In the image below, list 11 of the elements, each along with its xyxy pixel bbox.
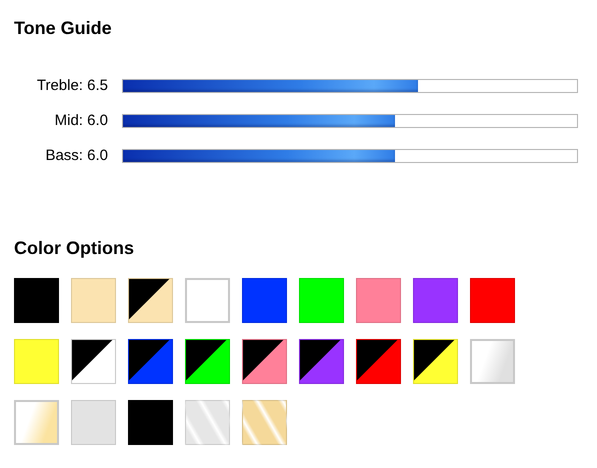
striped-swatch[interactable] [185, 400, 230, 445]
meter-label: Mid: 6.0 [54, 112, 108, 129]
meter-label: Bass: 6.0 [45, 147, 108, 164]
striped-swatch[interactable] [242, 400, 287, 445]
meter-label: Treble: 6.5 [36, 77, 108, 94]
color-swatch[interactable] [185, 278, 230, 323]
gradient-swatch[interactable] [470, 339, 515, 384]
gradient-swatch[interactable] [14, 400, 59, 445]
section-title: Color Options [14, 237, 135, 260]
split-color-swatch[interactable] [71, 339, 116, 384]
section-title: Tone Guide [14, 17, 113, 40]
